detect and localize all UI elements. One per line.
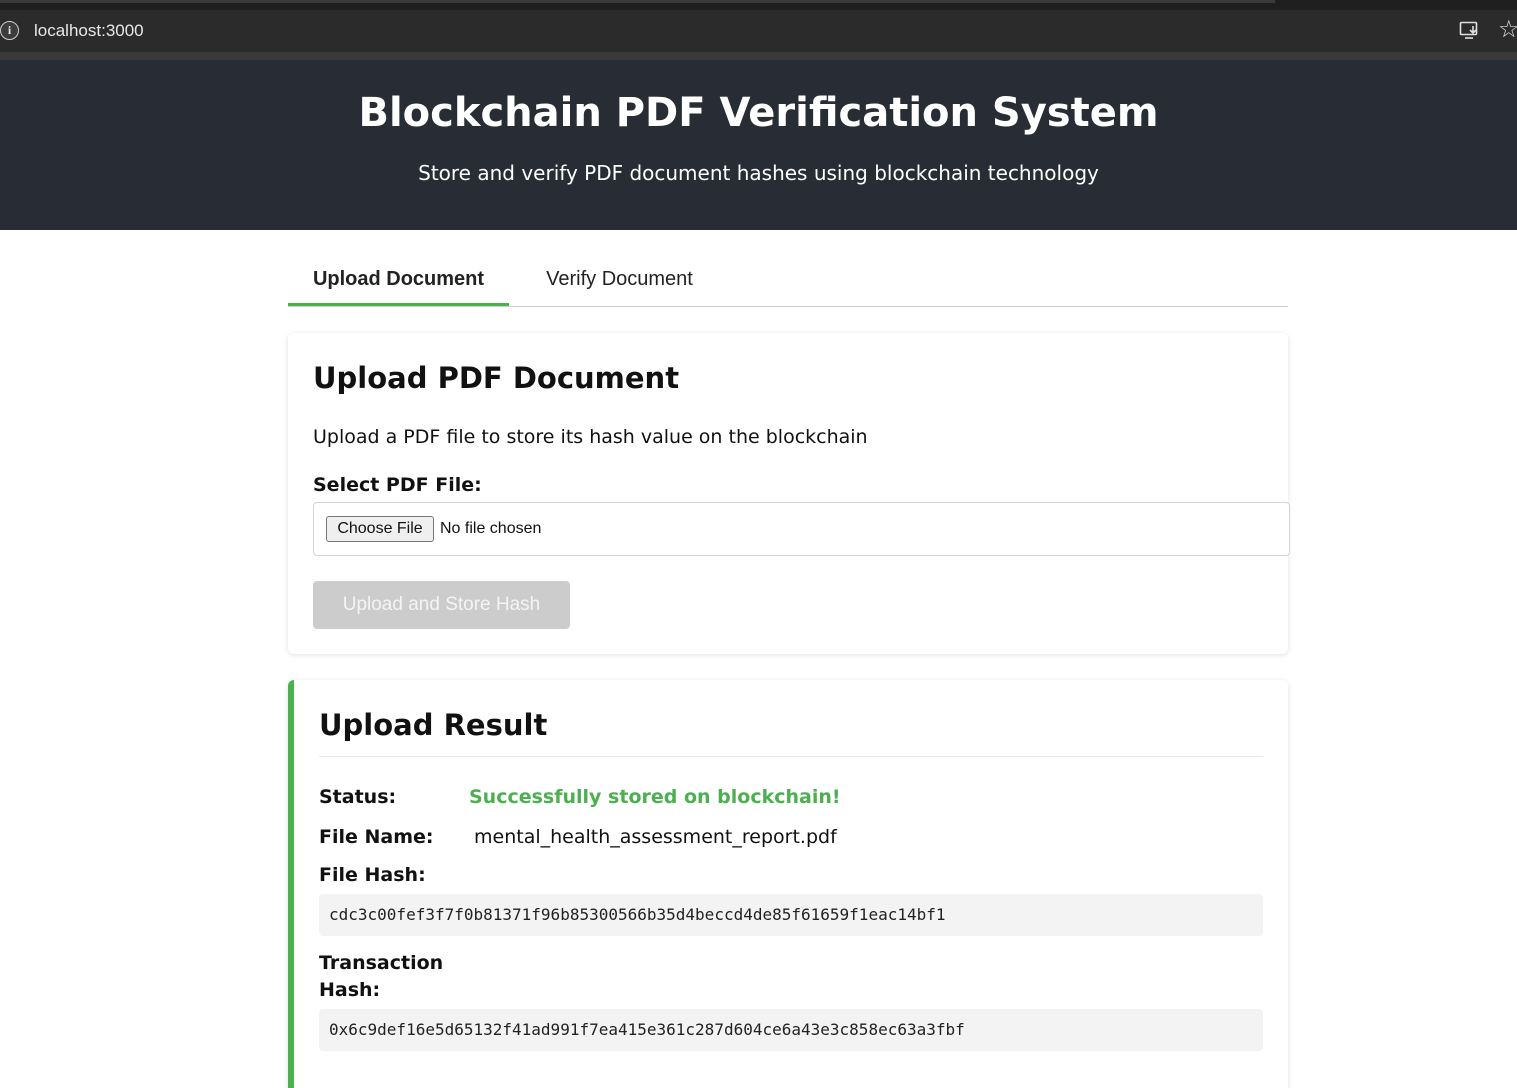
install-app-icon[interactable]: [1459, 20, 1481, 40]
choose-file-button[interactable]: Choose File: [326, 516, 434, 542]
file-status-text: No file chosen: [440, 520, 542, 537]
browser-tab-strip: [0, 0, 1517, 10]
url-text[interactable]: localhost:3000: [34, 20, 144, 42]
status-value: Successfully stored on blockchain!: [469, 786, 841, 808]
tab-upload-document[interactable]: Upload Document: [288, 252, 509, 306]
file-name-label: File Name:: [319, 826, 434, 848]
bookmark-star-icon[interactable]: ☆: [1498, 16, 1517, 42]
transaction-hash-label-line1: Transaction: [319, 952, 444, 974]
upload-description: Upload a PDF file to store its hash valu…: [313, 426, 868, 448]
page-subtitle: Store and verify PDF document hashes usi…: [418, 161, 1099, 185]
address-bar[interactable]: i localhost:3000 ☆: [0, 10, 1517, 52]
upload-card: Upload PDF Document Upload a PDF file to…: [288, 333, 1290, 654]
file-name-value: mental_health_assessment_report.pdf: [474, 826, 837, 848]
file-hash-value: cdc3c00fef3f7f0b81371f96b85300566b35d4be…: [319, 894, 1263, 936]
page-header: Blockchain PDF Verification System Store…: [0, 60, 1517, 230]
result-divider: [319, 756, 1263, 757]
upload-card-title: Upload PDF Document: [313, 361, 680, 395]
file-hash-label: File Hash:: [319, 864, 426, 886]
tab-verify-document[interactable]: Verify Document: [509, 252, 730, 306]
upload-result-card: Upload Result Status: Successfully store…: [288, 680, 1288, 1088]
info-icon[interactable]: i: [0, 21, 19, 40]
file-input[interactable]: Choose File No file chosen: [313, 502, 1290, 556]
upload-and-store-hash-button[interactable]: Upload and Store Hash: [313, 581, 570, 629]
transaction-hash-label-line2: Hash:: [319, 979, 381, 1001]
browser-toolbar-border: [0, 52, 1517, 60]
page-title: Blockchain PDF Verification System: [358, 90, 1159, 136]
file-field-label: Select PDF File:: [313, 474, 482, 496]
status-label: Status:: [319, 786, 397, 808]
tab-bar: Upload Document Verify Document: [288, 252, 1288, 307]
transaction-hash-value: 0x6c9def16e5d65132f41ad991f7ea415e361c28…: [319, 1009, 1263, 1051]
result-card-title: Upload Result: [319, 708, 548, 742]
